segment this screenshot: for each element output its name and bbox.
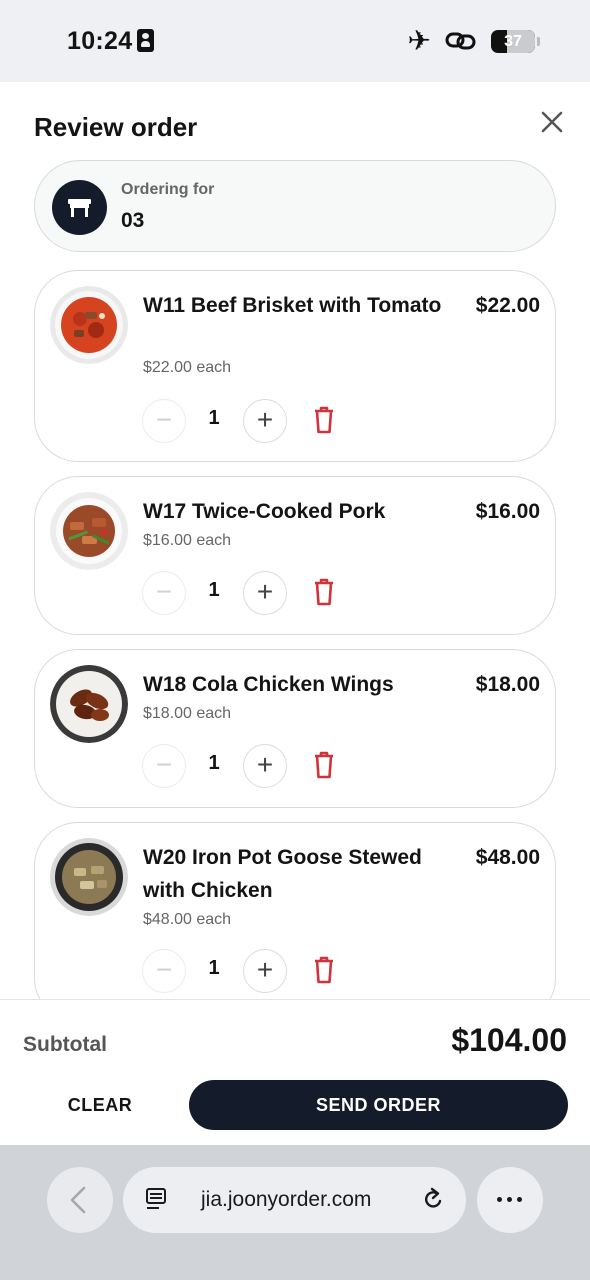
trash-icon[interactable] [312,405,336,435]
address-bar[interactable]: jia.joonyorder.com [123,1167,466,1233]
dish-image [50,492,128,570]
increase-quantity-button[interactable]: + [243,949,287,993]
status-time: 10:24 [67,27,133,55]
battery-level: 37 [504,32,522,50]
dish-image [50,286,128,364]
item-name: W20 Iron Pot Goose Stewed with Chicken [143,846,422,902]
increase-quantity-button[interactable]: + [243,571,287,615]
item-quantity: 1 [208,752,220,774]
reload-icon[interactable] [420,1186,446,1214]
order-item-card: W17 Twice-Cooked Pork $16.00 $16.00 each… [34,476,556,635]
subtotal-value: $104.00 [451,1022,567,1058]
more-dot [517,1197,522,1202]
item-price: $22.00 [475,294,540,317]
dish-image [50,838,128,916]
ordering-for-label: Ordering for [121,181,215,198]
dish-image [50,665,128,743]
contact-card-icon [137,29,154,52]
item-name: W17 Twice-Cooked Pork [143,500,386,523]
url-text: jia.joonyorder.com [201,1188,372,1211]
battery-icon: 37 [491,29,535,53]
review-order-sheet: Review order Ordering for 03 W11 Beef Br… [0,82,590,1145]
page-title: Review order [34,112,198,142]
decrease-quantity-button[interactable]: − [142,571,186,615]
personal-hotspot-icon [445,28,477,54]
reader-mode-icon[interactable] [145,1187,169,1213]
battery-tip [537,36,540,46]
back-button[interactable] [47,1167,113,1233]
item-name: W18 Cola Chicken Wings [143,673,394,696]
browser-toolbar: jia.joonyorder.com [0,1145,590,1280]
trash-icon[interactable] [312,577,336,607]
close-icon [541,111,563,133]
item-quantity: 1 [208,579,220,601]
status-bar: 10:24 ✈ 37 [0,0,590,82]
status-icons: ✈ 37 [407,25,540,56]
order-item-card: W11 Beef Brisket with Tomato $22.00 $22.… [34,270,556,462]
ordering-for-card: Ordering for 03 [34,160,556,252]
order-items-list[interactable]: W11 Beef Brisket with Tomato $22.00 $22.… [0,267,590,999]
item-unit-price: $48.00 each [143,911,232,928]
subtotal-label: Subtotal [23,1033,107,1056]
item-price: $16.00 [475,500,540,523]
order-item-card: W18 Cola Chicken Wings $18.00 $18.00 eac… [34,649,556,808]
table-icon [52,180,107,235]
more-dot [507,1197,512,1202]
clear-button[interactable]: CLEAR [36,1081,164,1129]
trash-icon[interactable] [312,955,336,985]
order-footer: Subtotal $104.00 CLEAR SEND ORDER [0,999,590,1145]
more-dot [497,1197,502,1202]
item-quantity: 1 [208,957,220,979]
decrease-quantity-button[interactable]: − [142,949,186,993]
item-price: $48.00 [475,846,540,869]
airplane-mode-icon: ✈ [407,25,431,56]
increase-quantity-button[interactable]: + [243,744,287,788]
item-price: $18.00 [475,673,540,696]
item-name: W11 Beef Brisket with Tomato [143,294,442,317]
item-quantity: 1 [208,407,220,429]
decrease-quantity-button[interactable]: − [142,399,186,443]
item-unit-price: $22.00 each [143,359,232,376]
trash-icon[interactable] [312,750,336,780]
order-item-card: W20 Iron Pot Goose Stewed with Chicken $… [34,822,556,999]
decrease-quantity-button[interactable]: − [142,744,186,788]
item-unit-price: $18.00 each [143,705,232,722]
increase-quantity-button[interactable]: + [243,399,287,443]
send-order-button[interactable]: SEND ORDER [189,1080,568,1130]
close-button[interactable] [534,104,570,140]
more-options-button[interactable] [477,1167,543,1233]
table-number: 03 [121,209,145,232]
chevron-left-icon [70,1186,86,1214]
item-unit-price: $16.00 each [143,532,232,549]
